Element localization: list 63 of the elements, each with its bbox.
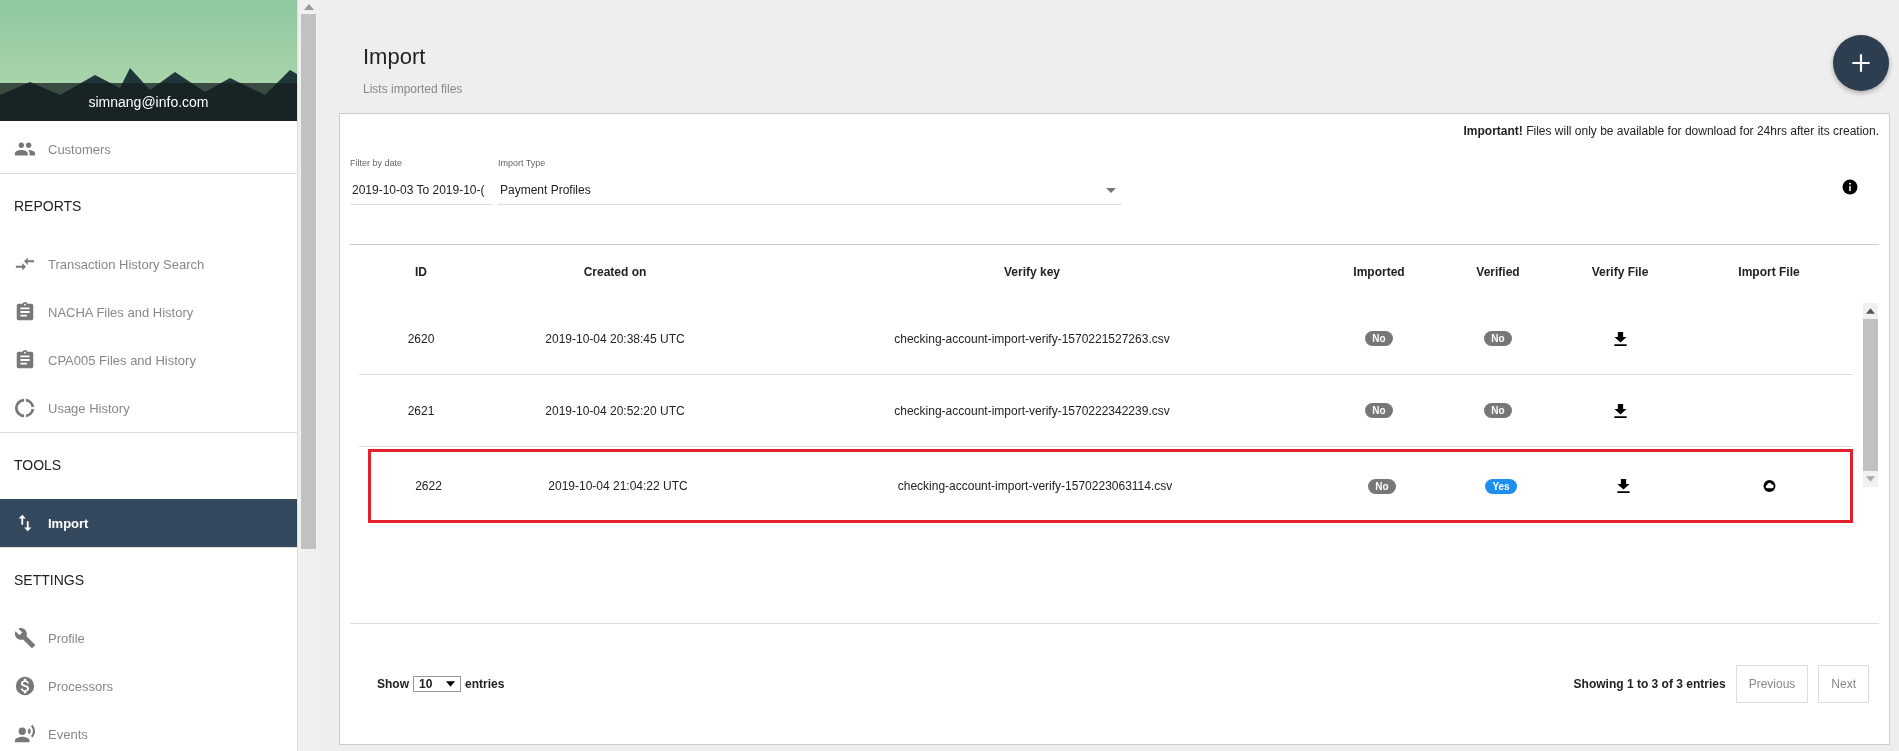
caret-icon (446, 681, 455, 687)
column-header: Import File (1737, 265, 1801, 279)
status-pill: No (1484, 331, 1512, 346)
date-range-field[interactable]: 2019-10-03 To 2019-10-( (350, 176, 492, 205)
field-label: Import Type (498, 158, 547, 170)
show-label: Show (377, 677, 409, 691)
sidebar-item[interactable]: Transaction History Search (0, 240, 297, 288)
status-pill: No (1365, 331, 1393, 346)
section-heading: REPORTS (13, 197, 83, 216)
sidebar-item[interactable]: Import (0, 499, 297, 547)
table-cell-text: checking-account-import-verify-1570222342239.csv (893, 403, 1171, 418)
wrench-icon (14, 627, 36, 649)
status-pill: No (1368, 478, 1396, 494)
table-cell-text: 2622 (414, 479, 443, 493)
column-header: Verified (1475, 265, 1521, 279)
sidebar-item[interactable]: Customers (0, 125, 297, 173)
column-header: Verify File (1590, 265, 1650, 279)
clipboard-icon (14, 301, 36, 323)
user-email: simnang@info.com (88, 94, 209, 110)
scroll-up-arrow-icon[interactable] (1866, 308, 1875, 314)
field-label: Filter by date (350, 158, 404, 170)
status-pill: No (1365, 403, 1393, 418)
person-broadcast-icon (14, 723, 36, 745)
sidebar-item[interactable]: NACHA Files and History (0, 288, 297, 336)
import-type-dropdown[interactable]: Payment Profiles (498, 176, 1122, 205)
status-pill: Yes (1485, 478, 1517, 494)
sidebar-item[interactable]: Profile (0, 614, 297, 662)
column-header: Created on (582, 265, 648, 279)
sidebar-item[interactable]: Processors (0, 662, 297, 710)
scrollbar[interactable] (297, 0, 319, 751)
section-heading: SETTINGS (13, 571, 85, 590)
table-scrollbar[interactable] (1863, 303, 1878, 487)
column-header: ID (414, 265, 428, 279)
ring-icon (14, 397, 36, 419)
page-title: Import (363, 44, 427, 70)
entries-label: entries (465, 677, 505, 691)
page-size-select[interactable]: 10 (413, 676, 461, 692)
entries-summary: Showing 1 to 3 of 3 entries (1573, 677, 1726, 691)
notice-text: Important! Files will only be available for download for 24hrs after its creation. (1462, 123, 1879, 138)
table-cell-text: 2621 (406, 403, 436, 418)
table-cell-text: 2019-10-04 20:52:20 UTC (544, 403, 686, 418)
status-pill: No (1484, 403, 1512, 418)
table-cell-text: checking-account-import-verify-1570223063114.csv (896, 479, 1174, 493)
download-icon[interactable] (1616, 479, 1630, 493)
download-icon[interactable] (1613, 403, 1627, 418)
column-header: Imported (1352, 265, 1406, 279)
column-header: Verify key (1002, 265, 1061, 279)
cloud-icon[interactable] (1762, 479, 1776, 493)
sidebar-item[interactable]: Events (0, 710, 297, 751)
info-icon[interactable] (1841, 178, 1859, 196)
add-button[interactable] (1833, 35, 1889, 91)
download-icon[interactable] (1613, 331, 1627, 346)
table-cell-text: 2019-10-04 20:38:45 UTC (544, 331, 686, 346)
table-cell-text: checking-account-import-verify-1570221527263.csv (893, 331, 1171, 346)
dollar-coin-icon (14, 675, 36, 697)
clipboard-icon (14, 349, 36, 371)
caret-icon (1106, 187, 1116, 193)
section-heading: TOOLS (13, 456, 63, 475)
table-cell-text: 2019-10-04 21:04:22 UTC (547, 479, 689, 493)
sidebar-item[interactable]: CPA005 Files and History (0, 336, 297, 384)
sidebar-item[interactable]: Usage History (0, 384, 297, 432)
page-subtitle: Lists imported files (363, 82, 463, 96)
table-cell-text: 2620 (406, 331, 436, 346)
